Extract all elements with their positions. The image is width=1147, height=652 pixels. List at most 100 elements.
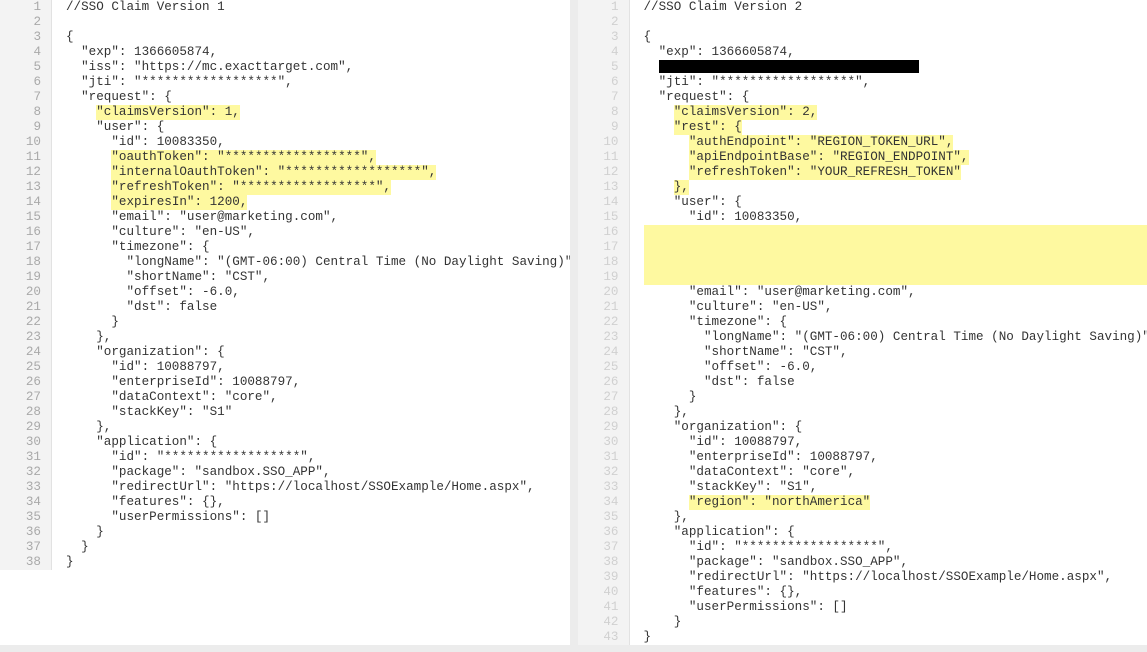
code-line[interactable]: "region": "northAmerica" bbox=[644, 495, 1147, 510]
right-pane[interactable]: 1234567891011121314151617181920212223242… bbox=[578, 0, 1147, 645]
code-line[interactable]: "request": { bbox=[644, 90, 1147, 105]
code-line[interactable]: "dst": false bbox=[66, 300, 570, 315]
line-number: 35 bbox=[578, 510, 619, 525]
code-line[interactable]: "dataContext": "core", bbox=[644, 465, 1147, 480]
code-line[interactable]: "id": 10083350, bbox=[644, 210, 1147, 225]
code-line[interactable]: "redirectUrl": "https://localhost/SSOExa… bbox=[644, 570, 1147, 585]
code-line[interactable] bbox=[66, 15, 570, 30]
right-code[interactable]: //SSO Claim Version 2 { "exp": 1366605874… bbox=[630, 0, 1147, 645]
code-line[interactable]: "organization": { bbox=[644, 420, 1147, 435]
line-number: 26 bbox=[0, 375, 41, 390]
code-line[interactable] bbox=[644, 60, 1147, 75]
code-line[interactable]: } bbox=[66, 315, 570, 330]
code-line[interactable]: }, bbox=[644, 180, 1147, 195]
code-line[interactable]: "id": 10088797, bbox=[66, 360, 570, 375]
code-line[interactable]: "shortName": "CST", bbox=[644, 345, 1147, 360]
code-line[interactable]: "organization": { bbox=[66, 345, 570, 360]
code-line[interactable]: { bbox=[644, 30, 1147, 45]
line-number: 4 bbox=[0, 45, 41, 60]
code-line[interactable] bbox=[644, 225, 1147, 240]
code-line[interactable]: "id": 10083350, bbox=[66, 135, 570, 150]
code-line[interactable]: "application": { bbox=[644, 525, 1147, 540]
code-line[interactable]: "dataContext": "core", bbox=[66, 390, 570, 405]
code-line[interactable]: } bbox=[644, 630, 1147, 645]
code-line[interactable]: "longName": "(GMT-06:00) Central Time (N… bbox=[644, 330, 1147, 345]
code-line[interactable]: "refreshToken": "******************", bbox=[66, 180, 570, 195]
code-line[interactable]: "longName": "(GMT-06:00) Central Time (N… bbox=[66, 255, 570, 270]
code-line[interactable]: "dst": false bbox=[644, 375, 1147, 390]
code-line[interactable]: "claimsVersion": 2, bbox=[644, 105, 1147, 120]
line-number: 31 bbox=[0, 450, 41, 465]
code-line[interactable] bbox=[644, 270, 1147, 285]
code-line[interactable]: "timezone": { bbox=[644, 315, 1147, 330]
code-line[interactable]: "offset": -6.0, bbox=[66, 285, 570, 300]
code-line[interactable]: "oauthToken": "******************", bbox=[66, 150, 570, 165]
left-code[interactable]: //SSO Claim Version 1 { "exp": 1366605874… bbox=[52, 0, 570, 570]
code-line[interactable]: { bbox=[66, 30, 570, 45]
code-line[interactable]: }, bbox=[66, 420, 570, 435]
code-line[interactable]: }, bbox=[66, 330, 570, 345]
code-line[interactable]: "authEndpoint": "REGION_TOKEN_URL", bbox=[644, 135, 1147, 150]
line-number: 6 bbox=[578, 75, 619, 90]
line-number: 11 bbox=[0, 150, 41, 165]
code-line[interactable]: "email": "user@marketing.com", bbox=[66, 210, 570, 225]
code-line[interactable]: "application": { bbox=[66, 435, 570, 450]
code-line[interactable]: "timezone": { bbox=[66, 240, 570, 255]
code-line[interactable]: //SSO Claim Version 1 bbox=[66, 0, 570, 15]
code-line[interactable]: "id": 10088797, bbox=[644, 435, 1147, 450]
code-line[interactable]: "request": { bbox=[66, 90, 570, 105]
code-line[interactable]: "shortName": "CST", bbox=[66, 270, 570, 285]
code-line[interactable]: "iss": "https://mc.exacttarget.com", bbox=[66, 60, 570, 75]
code-line[interactable]: } bbox=[644, 390, 1147, 405]
code-line[interactable]: "id": "******************", bbox=[644, 540, 1147, 555]
code-line[interactable]: "jti": "******************", bbox=[644, 75, 1147, 90]
code-line[interactable]: "package": "sandbox.SSO_APP", bbox=[66, 465, 570, 480]
code-line[interactable] bbox=[644, 255, 1147, 270]
code-line[interactable]: "culture": "en-US", bbox=[644, 300, 1147, 315]
code-line[interactable]: } bbox=[66, 540, 570, 555]
line-number: 40 bbox=[578, 585, 619, 600]
code-line[interactable]: //SSO Claim Version 2 bbox=[644, 0, 1147, 15]
code-line[interactable] bbox=[644, 15, 1147, 30]
line-number: 1 bbox=[0, 0, 41, 15]
code-line[interactable]: "package": "sandbox.SSO_APP", bbox=[644, 555, 1147, 570]
code-line[interactable]: "jti": "******************", bbox=[66, 75, 570, 90]
line-number: 38 bbox=[578, 555, 619, 570]
code-line[interactable]: "id": "******************", bbox=[66, 450, 570, 465]
code-line[interactable]: "expiresIn": 1200, bbox=[66, 195, 570, 210]
code-line[interactable]: } bbox=[644, 615, 1147, 630]
code-line[interactable]: "rest": { bbox=[644, 120, 1147, 135]
code-line[interactable]: "user": { bbox=[66, 120, 570, 135]
code-line[interactable]: "exp": 1366605874, bbox=[644, 45, 1147, 60]
code-line[interactable]: }, bbox=[644, 405, 1147, 420]
code-line[interactable]: "features": {}, bbox=[644, 585, 1147, 600]
line-number: 18 bbox=[578, 255, 619, 270]
line-number: 21 bbox=[0, 300, 41, 315]
code-line[interactable]: "email": "user@marketing.com", bbox=[644, 285, 1147, 300]
code-line[interactable]: "redirectUrl": "https://localhost/SSOExa… bbox=[66, 480, 570, 495]
code-line[interactable]: } bbox=[66, 555, 570, 570]
code-line[interactable]: "userPermissions": [] bbox=[644, 600, 1147, 615]
code-line[interactable]: "stackKey": "S1" bbox=[66, 405, 570, 420]
code-line[interactable]: "exp": 1366605874, bbox=[66, 45, 570, 60]
left-pane[interactable]: 1234567891011121314151617181920212223242… bbox=[0, 0, 570, 645]
code-line[interactable]: "user": { bbox=[644, 195, 1147, 210]
code-line[interactable]: } bbox=[66, 525, 570, 540]
code-line[interactable]: "internalOauthToken": "*****************… bbox=[66, 165, 570, 180]
code-line[interactable]: "apiEndpointBase": "REGION_ENDPOINT", bbox=[644, 150, 1147, 165]
code-line[interactable]: "enterpriseId": 10088797, bbox=[66, 375, 570, 390]
code-line[interactable] bbox=[644, 240, 1147, 255]
code-line[interactable]: }, bbox=[644, 510, 1147, 525]
code-line[interactable]: "refreshToken": "YOUR_REFRESH_TOKEN" bbox=[644, 165, 1147, 180]
code-line[interactable]: "culture": "en-US", bbox=[66, 225, 570, 240]
code-line[interactable]: "offset": -6.0, bbox=[644, 360, 1147, 375]
code-line[interactable]: "userPermissions": [] bbox=[66, 510, 570, 525]
line-number: 6 bbox=[0, 75, 41, 90]
line-number: 14 bbox=[578, 195, 619, 210]
code-line[interactable]: "enterpriseId": 10088797, bbox=[644, 450, 1147, 465]
line-number: 9 bbox=[578, 120, 619, 135]
code-line[interactable]: "features": {}, bbox=[66, 495, 570, 510]
line-number: 31 bbox=[578, 450, 619, 465]
code-line[interactable]: "stackKey": "S1", bbox=[644, 480, 1147, 495]
code-line[interactable]: "claimsVersion": 1, bbox=[66, 105, 570, 120]
